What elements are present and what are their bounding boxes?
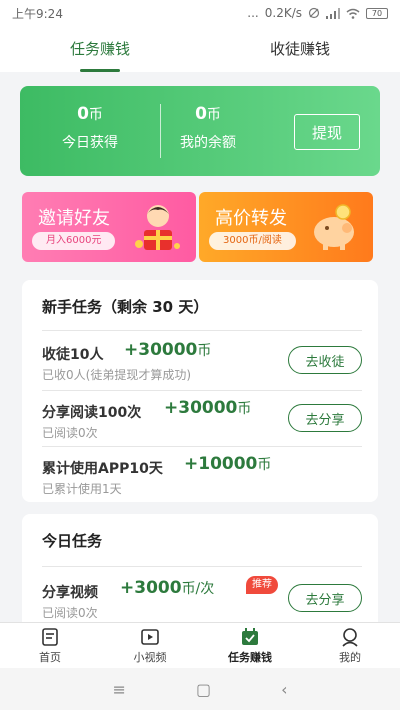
task-row-share-video: 分享视频 +3000币/次 推荐 已阅读0次 去分享 [42, 572, 362, 628]
tab-task-earn[interactable]: 任务赚钱 [0, 26, 200, 72]
task-name: 分享阅读100次 [42, 405, 142, 421]
video-play-icon [141, 629, 159, 645]
nav-home[interactable]: 首页 [0, 623, 100, 668]
battery-icon: 70 [366, 7, 388, 19]
nav-label: 首页 [39, 651, 61, 664]
invite-banner-pill: 月入6000元 [32, 232, 116, 250]
task-row-share-read: 分享阅读100次 +30000币 已阅读0次 去分享 [42, 392, 362, 448]
status-bar: 上午9:24 ... 0.2K/s 70 [0, 0, 400, 26]
newbie-tasks-title: 新手任务（剩余 30 天） [42, 298, 209, 316]
nav-mine[interactable]: 我的 [300, 623, 400, 668]
signal-icon [326, 7, 340, 19]
status-dots: ... [247, 6, 259, 20]
total-unit: 币 [206, 107, 221, 123]
piggy-bank-icon [314, 204, 354, 250]
task-progress: 已阅读0次 [42, 606, 98, 620]
task-row-app-usage: 累计使用APP10天 +10000币 已累计使用1天 [42, 448, 362, 504]
status-indicators: ... 0.2K/s 70 [247, 6, 388, 20]
balance-card: 0币 今日获得 0币 我的余额 提现 [20, 86, 380, 176]
back-icon[interactable]: ‹ [281, 680, 287, 699]
total-amount: 0 [195, 104, 207, 124]
divider [42, 446, 362, 447]
gift-character-icon [135, 205, 180, 250]
system-nav-bar: ≡ ▢ ‹ [0, 668, 400, 710]
share-banner-pill: 3000币/阅读 [209, 232, 296, 250]
my-balance: 0币 我的余额 [158, 104, 258, 152]
total-label: 我的余额 [180, 135, 236, 151]
home-icon[interactable]: ▢ [196, 680, 211, 699]
wifi-icon [346, 8, 360, 19]
task-row-recruit: 收徒10人 +30000币 已收0人(徒弟提现才算成功) 去收徒 [42, 334, 362, 390]
user-icon [342, 628, 358, 647]
divider [42, 330, 362, 331]
task-reward: +30000币 [124, 340, 212, 360]
go-share-video-button[interactable]: 去分享 [288, 584, 362, 612]
task-name: 分享视频 [42, 585, 98, 601]
daily-tasks-title: 今日任务 [42, 532, 103, 550]
menu-icon[interactable]: ≡ [113, 680, 126, 699]
invite-friends-banner[interactable]: 邀请好友 月入6000元 [22, 192, 196, 262]
today-unit: 币 [88, 107, 103, 123]
share-banner-title: 高价转发 [215, 208, 287, 229]
newbie-tasks-card: 新手任务（剩余 30 天） 收徒10人 +30000币 已收0人(徒弟提现才算成… [22, 280, 378, 502]
today-amount: 0 [77, 104, 89, 124]
task-name: 累计使用APP10天 [42, 461, 163, 477]
bottom-nav: 首页 小视频 任务赚钱 我的 [0, 622, 400, 668]
today-earnings: 0币 今日获得 [40, 104, 140, 152]
task-name: 收徒10人 [42, 347, 104, 363]
nav-label: 任务赚钱 [228, 651, 272, 664]
go-recruit-button[interactable]: 去收徒 [288, 346, 362, 374]
divider [42, 566, 362, 567]
share-high-price-banner[interactable]: 高价转发 3000币/阅读 [199, 192, 373, 262]
today-label: 今日获得 [62, 135, 118, 151]
nav-label: 小视频 [133, 651, 167, 664]
task-reward: +10000币 [184, 454, 272, 474]
task-reward: +3000币/次 [120, 578, 215, 598]
withdraw-button[interactable]: 提现 [294, 114, 360, 150]
task-progress: 已收0人(徒弟提现才算成功) [42, 368, 191, 382]
recommended-badge: 推荐 [246, 576, 278, 594]
task-reward: +30000币 [164, 398, 252, 418]
status-time: 上午9:24 [12, 6, 63, 21]
nav-label: 我的 [339, 651, 361, 664]
top-tabs: 任务赚钱 收徒赚钱 [0, 26, 400, 72]
home-doc-icon [42, 628, 58, 646]
calendar-task-icon [242, 628, 258, 645]
network-speed: 0.2K/s [264, 6, 302, 20]
nav-task-earn[interactable]: 任务赚钱 [200, 623, 300, 668]
nav-short-video[interactable]: 小视频 [100, 623, 200, 668]
divider [42, 390, 362, 391]
invite-banner-title: 邀请好友 [38, 208, 110, 229]
go-share-button[interactable]: 去分享 [288, 404, 362, 432]
tab-apprentice-earn[interactable]: 收徒赚钱 [200, 26, 400, 72]
mute-icon [308, 7, 320, 19]
task-progress: 已累计使用1天 [42, 482, 122, 496]
task-progress: 已阅读0次 [42, 426, 98, 440]
